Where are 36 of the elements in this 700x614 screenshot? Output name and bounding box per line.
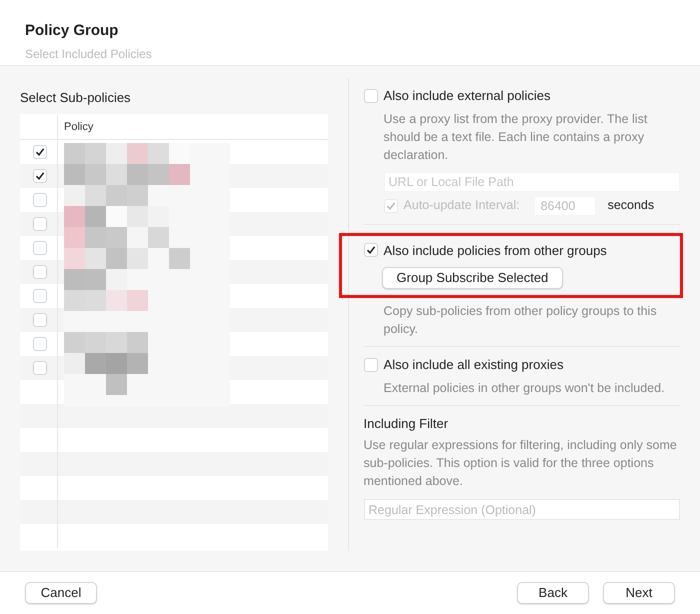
- option-label: Also include policies from other groups: [384, 242, 607, 260]
- checkmark-icon: [34, 170, 44, 180]
- column-header: Policy: [57, 114, 328, 138]
- regex-field[interactable]: Regular Expression (Optional): [364, 499, 680, 520]
- checkbox[interactable]: [32, 264, 46, 278]
- checkbox[interactable]: [32, 360, 46, 374]
- checkbox[interactable]: [364, 88, 378, 103]
- checkbox[interactable]: [32, 144, 46, 158]
- checkmark-icon: [386, 200, 396, 210]
- option-label: Also include all existing proxies: [384, 356, 564, 374]
- option-description: External policies in other groups won't be included.: [384, 380, 666, 396]
- filter-heading: Including Filter: [364, 414, 450, 433]
- checkbox[interactable]: [32, 192, 46, 206]
- section-heading: Select Sub-policies: [20, 89, 132, 107]
- checkbox[interactable]: [32, 312, 46, 326]
- unit-label: seconds: [608, 197, 654, 214]
- dialog-subtitle: Select Included Policies: [25, 46, 153, 62]
- checkbox[interactable]: [364, 358, 378, 372]
- checkbox[interactable]: [32, 168, 46, 182]
- checkbox[interactable]: [32, 216, 46, 230]
- cancel-button[interactable]: Cancel: [25, 582, 97, 604]
- group-subscribe-button[interactable]: Group Subscribe Selected: [382, 266, 564, 289]
- back-button[interactable]: Back: [517, 582, 589, 604]
- interval-label: Auto-update Interval:: [404, 197, 520, 214]
- checkmark-icon: [34, 146, 44, 156]
- filter-description: Use regular expressions for filtering, including only some sub-policies. This option is valid for the three options mentioned above.: [364, 437, 678, 490]
- option-description: Use a proxy list from the proxy provider. The list should be a text file. Each line contains a proxy declaration.: [384, 110, 648, 164]
- checkbox[interactable]: [32, 240, 46, 254]
- checkmark-icon: [366, 245, 376, 256]
- next-button[interactable]: Next: [603, 582, 675, 604]
- checkbox[interactable]: [364, 243, 378, 258]
- option-description: Copy sub-policies from other policy groups to this policy.: [384, 303, 658, 338]
- dialog-title: Policy Group: [25, 21, 120, 41]
- checkbox[interactable]: [32, 336, 46, 350]
- checkbox[interactable]: [32, 288, 46, 302]
- option-label: Also include external policies: [384, 87, 550, 105]
